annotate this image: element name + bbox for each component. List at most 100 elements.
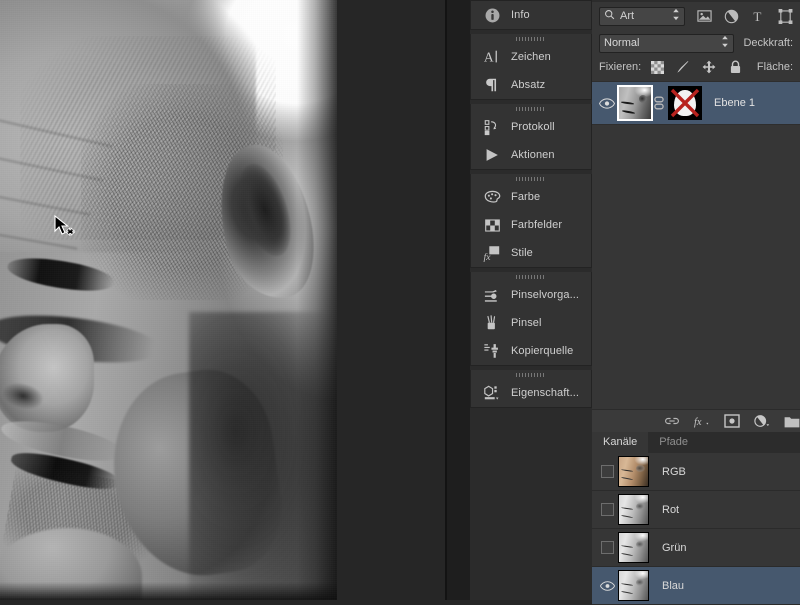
channel-name: RGB <box>662 465 686 478</box>
new-group-icon[interactable] <box>784 413 800 429</box>
mask-disabled-x-icon <box>670 88 700 118</box>
channel-visibility-toggle[interactable] <box>596 465 618 478</box>
collapsed-panel-dock[interactable]: Info A Zeichen Absatz Protokoll Aktionen… <box>470 0 593 600</box>
layer-filter-kind-select[interactable]: Art <box>599 6 685 26</box>
search-icon <box>604 9 615 23</box>
channel-row-gruen[interactable]: Grün <box>592 529 800 567</box>
lock-transparency-icon[interactable] <box>650 60 664 74</box>
link-layers-icon[interactable] <box>664 413 680 429</box>
layer-name[interactable]: Ebene 1 <box>714 97 755 109</box>
dock-item-zeichen[interactable]: A Zeichen <box>471 43 591 71</box>
eye-visible-icon[interactable] <box>596 97 618 109</box>
layer-filter-row: Art T <box>592 2 800 30</box>
canvas-right-gutter <box>445 0 470 600</box>
svg-text:T: T <box>753 9 761 24</box>
filter-type-icon[interactable]: T <box>750 8 766 24</box>
channels-panel[interactable]: Kanäle Pfade RGB Rot Grün Blau <box>592 432 800 605</box>
svg-text:fx: fx <box>483 252 491 262</box>
lock-all-icon[interactable] <box>728 60 742 74</box>
add-layer-mask-icon[interactable] <box>724 413 740 429</box>
channel-thumbnail-gruen[interactable] <box>618 532 649 563</box>
layer-list[interactable]: Ebene 1 <box>592 81 800 125</box>
dock-item-absatz[interactable]: Absatz <box>471 71 591 99</box>
canvas-background <box>337 0 445 600</box>
dock-group-brush: Pinselvorga... Pinsel Kopierquelle <box>470 272 592 366</box>
layer-filter-value: Art <box>620 10 635 22</box>
tab-kanaele[interactable]: Kanäle <box>592 432 649 453</box>
layers-panel[interactable]: Art T Normal Deckkraft: Fixieren: Fläche… <box>592 0 800 432</box>
stepper-updown-icon[interactable] <box>721 35 729 51</box>
filter-adjustment-icon[interactable] <box>723 8 739 24</box>
dock-item-label: Pinselvorga... <box>511 289 580 301</box>
layer-style-fx-icon[interactable]: fx <box>694 413 710 429</box>
dock-item-label: Zeichen <box>511 51 551 63</box>
channel-thumbnail-rot[interactable] <box>618 494 649 525</box>
svg-text:A: A <box>484 50 494 65</box>
layer-mask-disabled-thumbnail[interactable] <box>668 86 702 120</box>
eye-visible-icon[interactable] <box>596 580 618 591</box>
styles-fx-icon: fx <box>481 243 503 263</box>
photoshop-window: Info A Zeichen Absatz Protokoll Aktionen… <box>0 0 800 605</box>
filter-pixel-icon[interactable] <box>696 8 712 24</box>
dock-item-kopierquelle[interactable]: Kopierquelle <box>471 337 591 365</box>
document-window[interactable] <box>0 0 337 600</box>
channels-panel-tabs: Kanäle Pfade <box>592 432 800 453</box>
blend-mode-select[interactable]: Normal <box>599 33 735 53</box>
stepper-updown-icon[interactable] <box>672 8 680 24</box>
dock-grip[interactable] <box>471 104 591 113</box>
brush-icon <box>481 313 503 333</box>
link-thumbnails-icon[interactable] <box>652 95 666 111</box>
fill-label: Fläche: <box>756 61 793 73</box>
filter-shape-icon[interactable] <box>777 8 793 24</box>
layer-photo-thumbnail[interactable] <box>617 85 653 121</box>
channel-row-rgb[interactable]: RGB <box>592 453 800 491</box>
dock-item-info[interactable]: Info <box>471 1 591 29</box>
dock-item-protokoll[interactable]: Protokoll <box>471 113 591 141</box>
dock-grip[interactable] <box>471 34 591 43</box>
image-grain <box>0 0 337 600</box>
dock-grip[interactable] <box>471 272 591 281</box>
dock-item-label: Farbe <box>511 191 541 203</box>
dock-item-label: Pinsel <box>511 317 542 329</box>
lock-icons <box>650 60 742 74</box>
channel-visibility-toggle[interactable] <box>596 541 618 554</box>
layer-filter-type-icons: T <box>696 8 793 24</box>
channel-row-rot[interactable]: Rot <box>592 491 800 529</box>
channel-name: Rot <box>662 503 680 516</box>
dock-item-label: Eigenschaft... <box>511 387 580 399</box>
dock-group-type: A Zeichen Absatz <box>470 34 592 100</box>
lock-image-pixels-icon[interactable] <box>676 60 690 74</box>
tab-pfade[interactable]: Pfade <box>648 432 700 453</box>
channel-visibility-toggle[interactable] <box>596 503 618 516</box>
dock-item-aktionen[interactable]: Aktionen <box>471 141 591 169</box>
dock-item-pinsel[interactable]: Pinsel <box>471 309 591 337</box>
properties-icon <box>481 383 503 403</box>
dock-item-label: Absatz <box>511 79 546 91</box>
dock-item-stile[interactable]: fx Stile <box>471 239 591 267</box>
document-image[interactable] <box>0 0 337 600</box>
dock-item-pinselvorgaben[interactable]: Pinselvorga... <box>471 281 591 309</box>
paragraph-icon <box>481 75 503 95</box>
canvas-gutter-divider <box>445 0 447 600</box>
opacity-label: Deckkraft: <box>743 37 793 49</box>
dock-grip[interactable] <box>471 174 591 183</box>
new-adjustment-layer-icon[interactable] <box>754 413 770 429</box>
channel-thumbnail-rgb[interactable] <box>618 456 649 487</box>
layers-panel-toolbar: fx <box>592 409 800 432</box>
lock-row: Fixieren: Fläche: <box>592 56 800 78</box>
dock-group-properties: Eigenschaft... <box>470 370 592 408</box>
lock-position-icon[interactable] <box>702 60 716 74</box>
channel-row-blau[interactable]: Blau <box>592 567 800 605</box>
channel-thumbnail-blau[interactable] <box>618 570 649 601</box>
dock-item-eigenschaften[interactable]: Eigenschaft... <box>471 379 591 407</box>
info-icon <box>481 5 503 25</box>
history-icon <box>481 117 503 137</box>
canvas-area[interactable] <box>0 0 470 600</box>
character-icon: A <box>481 47 503 67</box>
dock-item-farbfelder[interactable]: Farbfelder <box>471 211 591 239</box>
color-palette-icon <box>481 187 503 207</box>
dock-grip[interactable] <box>471 370 591 379</box>
dock-item-farbe[interactable]: Farbe <box>471 183 591 211</box>
layer-row[interactable]: Ebene 1 <box>592 81 800 125</box>
dock-item-label: Info <box>511 9 530 21</box>
